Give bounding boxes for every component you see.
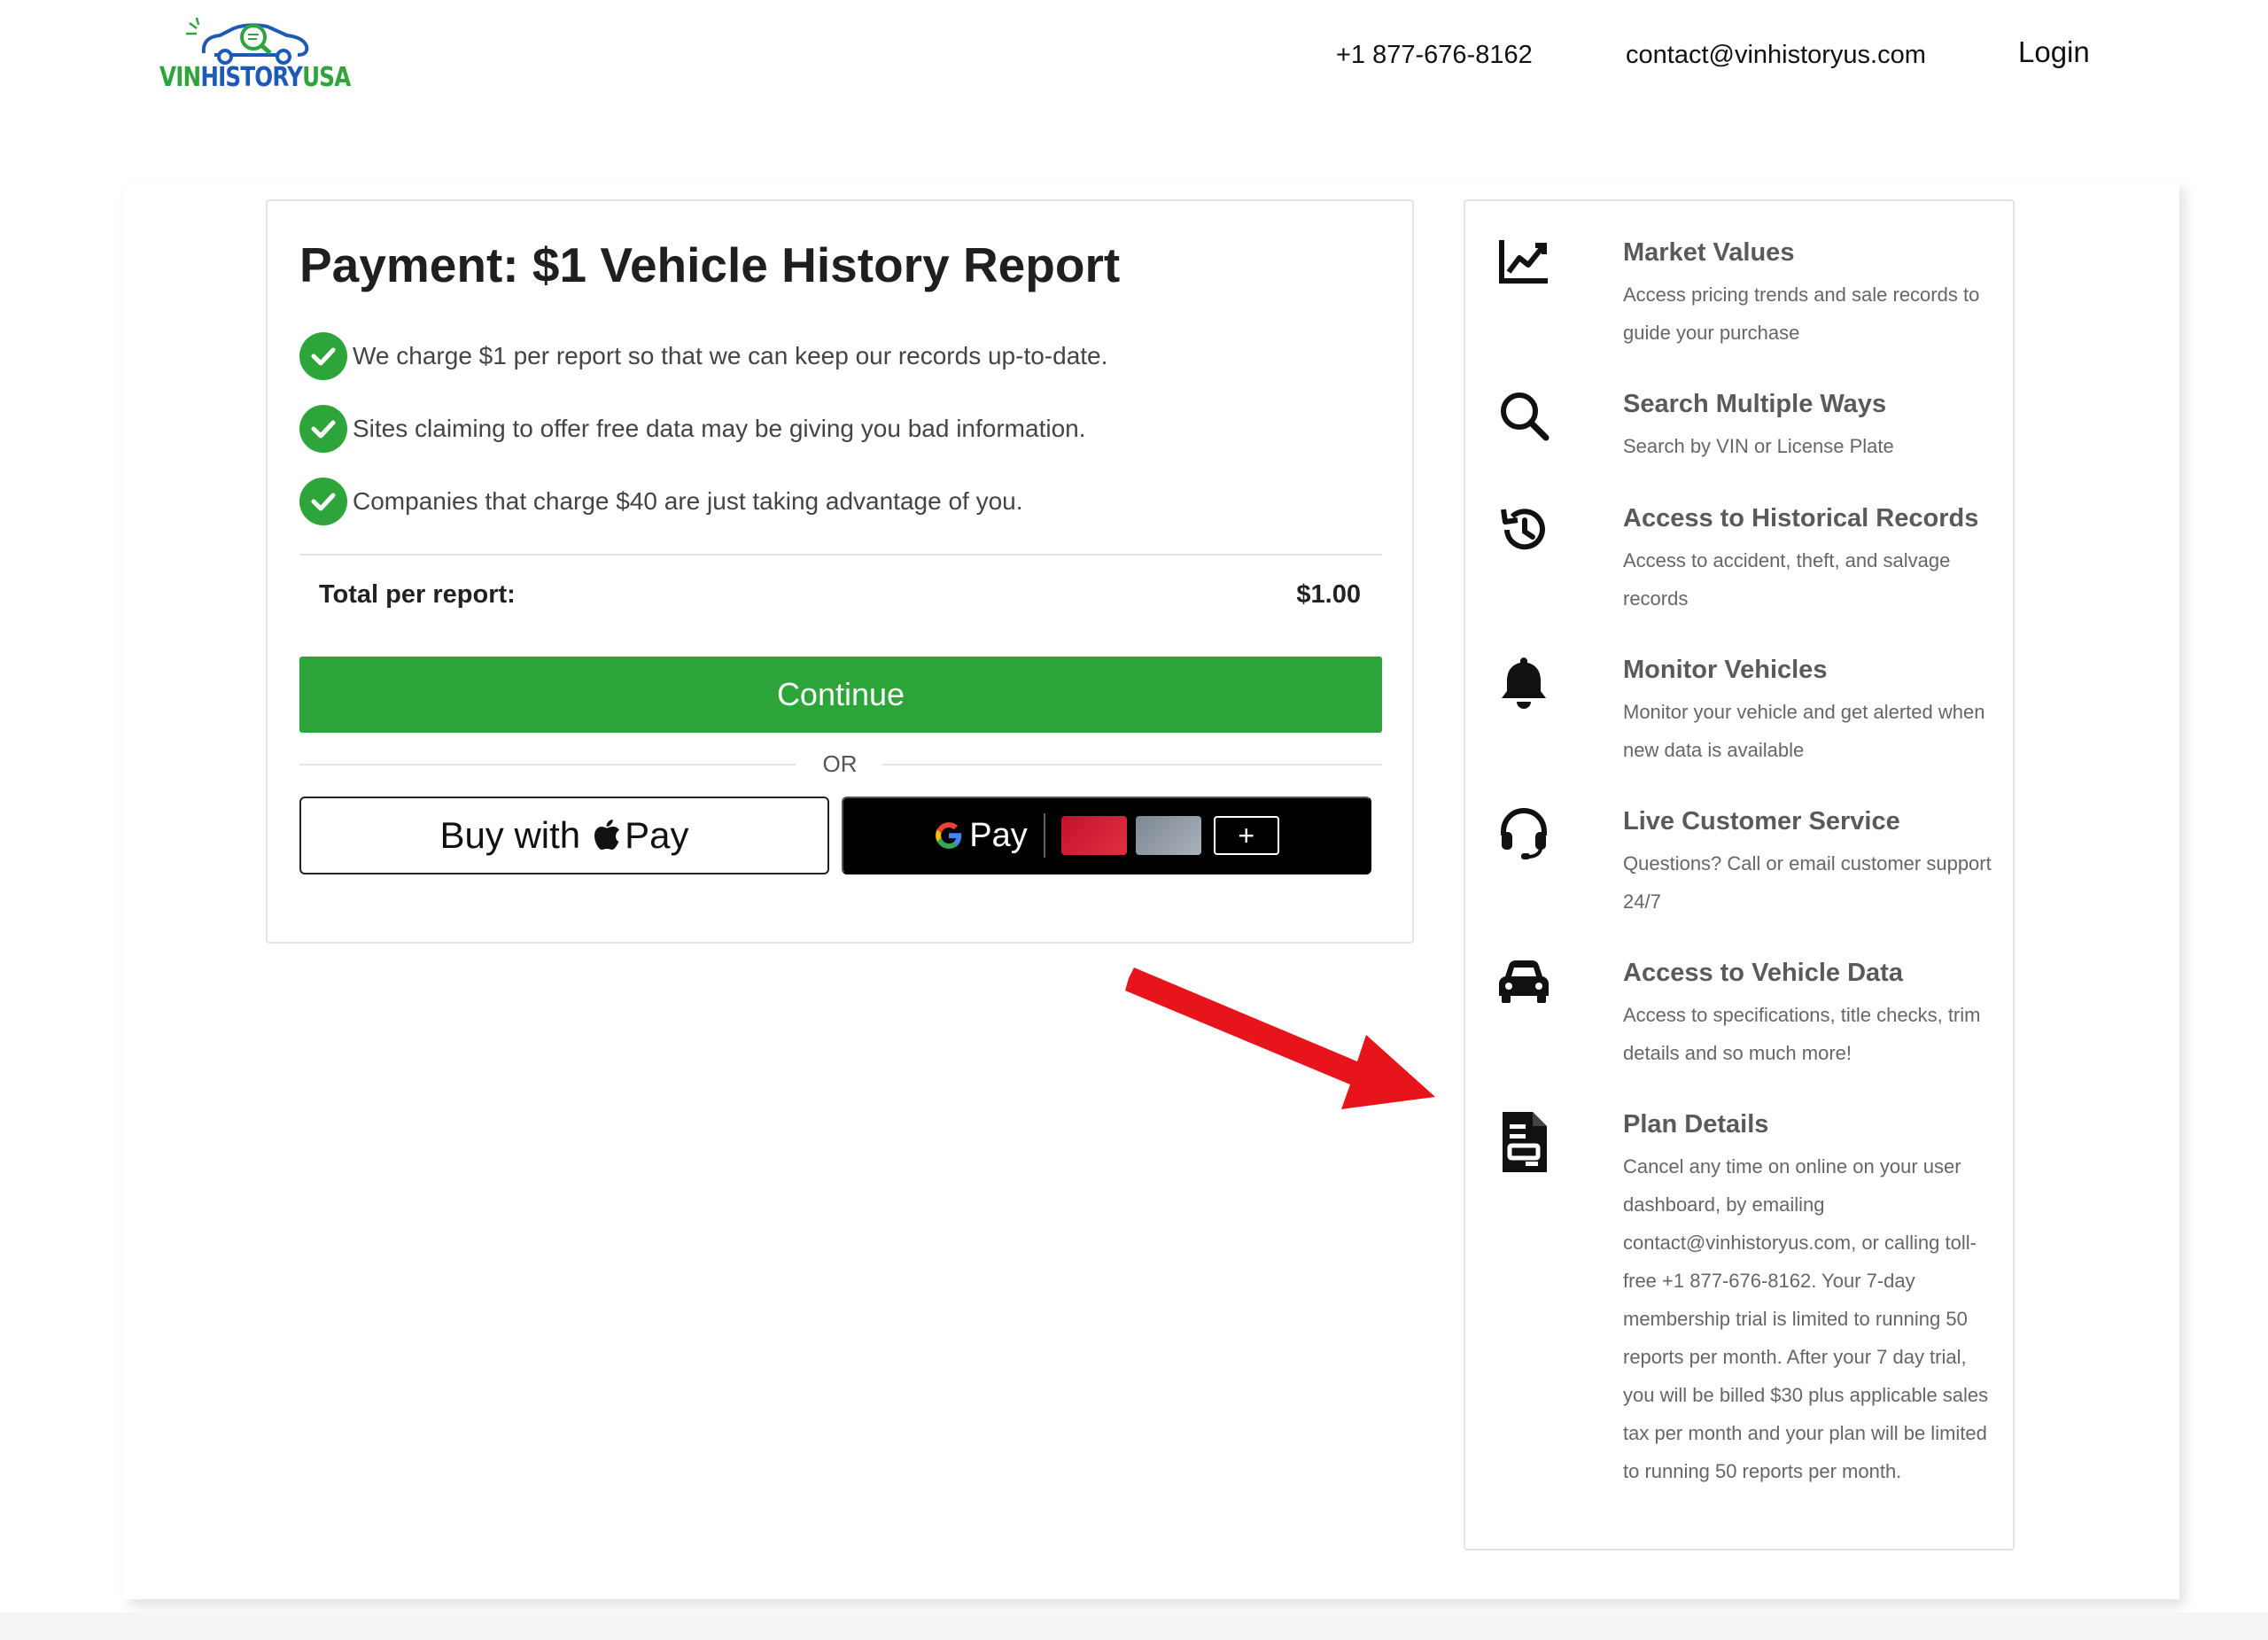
car-icon: [1497, 959, 1550, 1012]
payment-card: Payment: $1 Vehicle History Report We ch…: [266, 199, 1414, 944]
logo-text-usa: USA: [302, 62, 351, 93]
feature-title: Market Values: [1623, 238, 1795, 267]
features-card: Market Values Access pricing trends and …: [1464, 199, 2015, 1551]
or-divider-right: [882, 764, 1382, 766]
check-circle-icon: [299, 332, 347, 380]
feature-plan-details: Plan Details Cancel any time on online o…: [1497, 1110, 1993, 1535]
saved-card-red-thumbnail: [1060, 816, 1127, 855]
feature-market-values: Market Values Access pricing trends and …: [1497, 238, 1993, 371]
logo-text-history: HISTORY: [200, 62, 303, 93]
feature-customer-service: Live Customer Service Questions? Call or…: [1497, 807, 1993, 940]
apple-pay-button[interactable]: Buy with Pay: [299, 797, 829, 874]
search-icon: [1497, 390, 1550, 443]
feature-title: Access to Vehicle Data: [1623, 959, 1903, 987]
feature-title: Access to Historical Records: [1623, 504, 1979, 532]
history-icon: [1497, 504, 1550, 557]
continue-button[interactable]: Continue: [299, 657, 1382, 733]
feature-title: Plan Details: [1623, 1110, 1769, 1139]
saved-card-gray-thumbnail: [1135, 816, 1201, 855]
total-label: Total per report:: [319, 580, 516, 609]
feature-description: Cancel any time on online on your user d…: [1623, 1155, 1989, 1482]
bell-icon: [1497, 656, 1550, 709]
feature-monitor-vehicles: Monitor Vehicles Monitor your vehicle an…: [1497, 656, 1993, 789]
nav-login-link[interactable]: Login: [2018, 35, 2090, 69]
benefit-item: Companies that charge $40 are just takin…: [299, 478, 1023, 525]
logo-wordmark: VINHISTORYUSA: [159, 62, 351, 93]
site-logo[interactable]: VINHISTORYUSA: [159, 16, 351, 105]
apple-pay-suffix: Pay: [625, 814, 689, 856]
or-separator: OR: [822, 750, 858, 777]
total-value: $1.00: [1296, 580, 1361, 609]
google-pay-button[interactable]: Pay +: [842, 797, 1371, 874]
feature-description: Access to specifications, title checks, …: [1623, 1004, 1981, 1064]
feature-description: Access pricing trends and sale records t…: [1623, 284, 1980, 344]
feature-description: Access to accident, theft, and salvage r…: [1623, 549, 1951, 610]
document-icon: [1497, 1110, 1550, 1172]
apple-logo-icon: [593, 819, 621, 852]
google-pay-logo: Pay: [934, 816, 1028, 855]
feature-search: Search Multiple Ways Search by VIN or Li…: [1497, 390, 1993, 487]
benefit-item: We charge $1 per report so that we can k…: [299, 332, 1107, 380]
footer-band: [0, 1613, 2268, 1640]
or-divider-left: [299, 764, 796, 766]
feature-description: Search by VIN or License Plate: [1623, 435, 1894, 457]
red-arrow-annotation-icon: [1125, 968, 1435, 1109]
logo-text-vin: VIN: [159, 62, 201, 93]
apple-pay-prefix: Buy with: [439, 814, 581, 856]
feature-title: Monitor Vehicles: [1623, 656, 1828, 684]
nav-phone-link[interactable]: +1 877-676-8162: [1336, 41, 1533, 70]
car-magnifier-logo-icon: [186, 17, 309, 65]
divider: [299, 554, 1382, 556]
benefit-text: Sites claiming to offer free data may be…: [353, 415, 1086, 442]
chart-line-icon: [1497, 238, 1550, 291]
feature-title: Search Multiple Ways: [1623, 390, 1887, 418]
check-circle-icon: [299, 478, 347, 525]
google-g-icon: [936, 822, 962, 849]
benefit-text: We charge $1 per report so that we can k…: [353, 342, 1108, 369]
feature-vehicle-data: Access to Vehicle Data Access to specifi…: [1497, 959, 1993, 1092]
check-circle-icon: [299, 405, 347, 453]
feature-title: Live Customer Service: [1623, 807, 1900, 836]
benefit-text: Companies that charge $40 are just takin…: [353, 487, 1023, 515]
site-header: VINHISTORYUSA +1 877-676-8162 contact@vi…: [0, 0, 2268, 177]
feature-description: Questions? Call or email customer suppor…: [1623, 852, 1992, 913]
feature-description: Monitor your vehicle and get alerted whe…: [1623, 701, 1985, 761]
page-title: Payment: $1 Vehicle History Report: [299, 237, 1121, 292]
google-pay-label: Pay: [969, 816, 1028, 854]
google-pay-separator: [1043, 813, 1045, 858]
feature-historical-records: Access to Historical Records Access to a…: [1497, 504, 1993, 637]
benefit-item: Sites claiming to offer free data may be…: [299, 405, 1086, 453]
headset-icon: [1497, 807, 1550, 860]
nav-email-link[interactable]: contact@vinhistoryus.com: [1626, 41, 1926, 70]
add-card-icon: +: [1213, 816, 1279, 855]
